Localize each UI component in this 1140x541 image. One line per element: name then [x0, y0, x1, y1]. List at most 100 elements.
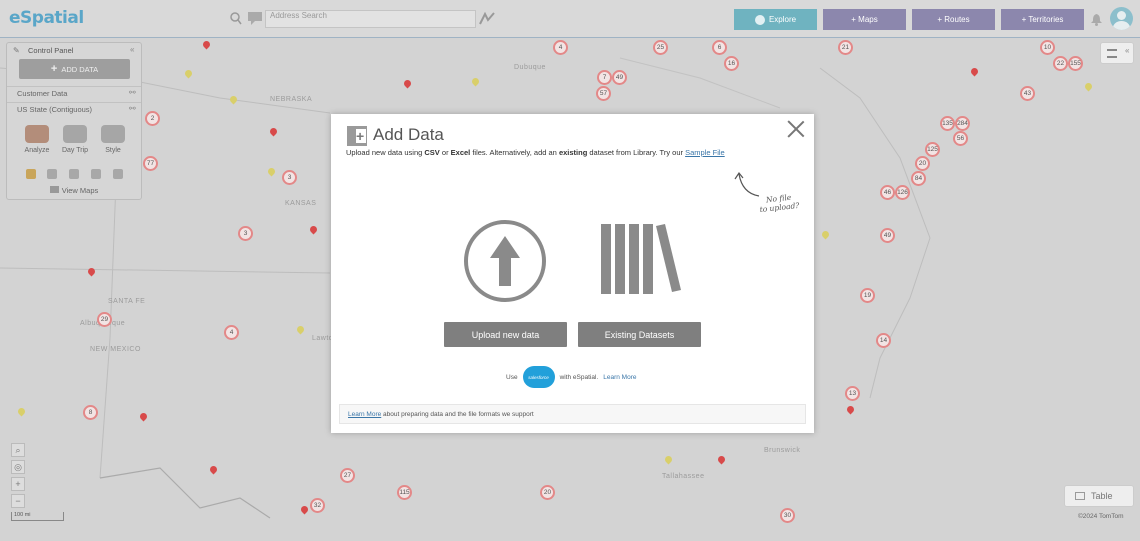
salesforce-use-text: Use	[506, 373, 518, 381]
map-cluster-marker[interactable]: 125	[925, 142, 940, 157]
sample-file-link[interactable]: Sample File	[685, 148, 725, 157]
address-search-input[interactable]: Address Search	[265, 10, 476, 28]
export-icon[interactable]	[113, 169, 123, 179]
subtitle-text: files. Alternatively, add an	[470, 148, 559, 157]
subtitle-text: Upload new data using	[346, 148, 425, 157]
explore-button[interactable]: Explore	[734, 9, 817, 30]
map-cluster-marker[interactable]: 77	[143, 156, 158, 171]
view-maps-link[interactable]: View Maps	[7, 186, 141, 195]
add-maps-button[interactable]: + Maps	[823, 9, 906, 30]
map-cluster-marker[interactable]: 155	[1068, 56, 1083, 71]
map-cluster-marker[interactable]: 57	[596, 86, 611, 101]
directions-icon[interactable]	[479, 12, 495, 25]
locate-pin-icon[interactable]	[229, 12, 243, 26]
map-cluster-marker[interactable]: 46	[880, 185, 895, 200]
map-cluster-marker[interactable]: 84	[911, 171, 926, 186]
add-data-label: ADD DATA	[61, 64, 99, 74]
expand-icon: «	[1125, 46, 1130, 55]
style-tool[interactable]: Style	[93, 125, 133, 154]
map-cluster-marker[interactable]: 56	[953, 131, 968, 146]
map-cluster-marker[interactable]: 6	[712, 40, 727, 55]
map-cluster-marker[interactable]: 29	[97, 312, 112, 327]
table-label: Table	[1091, 491, 1113, 501]
existing-datasets-button[interactable]: Existing Datasets	[578, 322, 701, 347]
view-maps-icon	[49, 186, 59, 193]
salesforce-learn-more-link[interactable]: Learn More	[603, 374, 636, 381]
library-books-icon[interactable]	[601, 224, 683, 296]
zoom-in-button[interactable]: +	[11, 477, 25, 491]
share-icon[interactable]	[69, 169, 79, 179]
legend-button[interactable]: «	[1100, 42, 1134, 64]
add-data-button[interactable]: + ADD DATA	[19, 59, 130, 79]
collapse-icon[interactable]: «	[130, 45, 134, 54]
map-cluster-marker[interactable]: 16	[724, 56, 739, 71]
day-trip-label: Day Trip	[61, 147, 89, 154]
map-cluster-marker[interactable]: 20	[915, 156, 930, 171]
map-cluster-marker[interactable]: 30	[780, 508, 795, 523]
footer-learn-more-link[interactable]: Learn More	[348, 411, 381, 418]
map-cluster-marker[interactable]: 13	[845, 386, 860, 401]
zoom-search-icon[interactable]: ⌕	[11, 443, 25, 457]
map-cluster-marker[interactable]: 25	[653, 40, 668, 55]
salesforce-logo[interactable]: salesforce	[522, 366, 555, 388]
day-trip-tool[interactable]: Day Trip	[55, 125, 95, 154]
add-data-icon	[347, 126, 367, 146]
map-cluster-marker[interactable]: 3	[238, 226, 253, 241]
explore-label: Explore	[768, 15, 797, 24]
map-cluster-marker[interactable]: 4	[224, 325, 239, 340]
map-cluster-marker[interactable]: 21	[838, 40, 853, 55]
add-routes-button[interactable]: + Routes	[912, 9, 995, 30]
table-grid-icon	[1075, 492, 1085, 500]
map-cluster-marker[interactable]: 19	[860, 288, 875, 303]
map-cluster-marker[interactable]: 2	[145, 111, 160, 126]
table-button[interactable]: Table	[1064, 485, 1134, 507]
folder-icon[interactable]	[47, 169, 57, 179]
layer-us-state[interactable]: US State (Contiguous)	[7, 102, 141, 117]
map-cluster-marker[interactable]: 49	[880, 228, 895, 243]
print-icon[interactable]	[91, 169, 101, 179]
view-maps-label: View Maps	[61, 186, 99, 195]
map-cluster-marker[interactable]: 284	[955, 116, 970, 131]
map-cluster-marker[interactable]: 8	[83, 405, 98, 420]
upload-new-data-button[interactable]: Upload new data	[444, 322, 567, 347]
analyze-label: Analyze	[24, 147, 50, 154]
map-cluster-marker[interactable]: 135	[940, 116, 955, 131]
map-cluster-marker[interactable]: 3	[282, 170, 297, 185]
map-scale: 100 mi	[11, 512, 64, 521]
map-cluster-marker[interactable]: 27	[340, 468, 355, 483]
map-cluster-marker[interactable]: 22	[1053, 56, 1068, 71]
link-icon[interactable]: ⚯	[129, 88, 136, 97]
map-cluster-marker[interactable]: 20	[540, 485, 555, 500]
user-avatar[interactable]	[1110, 7, 1133, 30]
map-cluster-marker[interactable]: 7	[597, 70, 612, 85]
map-cluster-marker[interactable]: 14	[876, 333, 891, 348]
map-cluster-marker[interactable]: 126	[895, 185, 910, 200]
map-label: NEBRASKA	[270, 96, 313, 103]
map-cluster-marker[interactable]: 49	[612, 70, 627, 85]
map-label: SANTA FE	[108, 298, 146, 305]
map-cluster-marker[interactable]: 43	[1020, 86, 1035, 101]
dialog-title: Add Data	[373, 125, 444, 144]
control-panel: ✎ Control Panel « + ADD DATA Customer Da…	[6, 42, 142, 200]
locate-me-icon[interactable]: ◎	[11, 460, 25, 474]
chat-icon[interactable]	[248, 12, 264, 25]
zoom-out-button[interactable]: −	[11, 494, 25, 508]
warning-icon[interactable]	[26, 169, 36, 179]
dialog-subtitle: Upload new data using CSV or Excel files…	[346, 148, 725, 157]
salesforce-with-text: with eSpatial.	[559, 373, 599, 381]
layer-customer-data[interactable]: Customer Data	[7, 86, 141, 101]
upload-arrow-icon[interactable]	[464, 220, 546, 302]
map-label: KANSAS	[285, 200, 317, 207]
analyze-tool[interactable]: Analyze	[17, 125, 57, 154]
link-icon[interactable]: ⚯	[129, 104, 136, 113]
notification-bell-icon[interactable]	[1090, 13, 1102, 26]
style-label: Style	[105, 147, 121, 154]
map-cluster-marker[interactable]: 4	[553, 40, 568, 55]
espatial-logo[interactable]: eSpatial	[9, 8, 84, 28]
close-icon[interactable]	[787, 120, 805, 138]
map-cluster-marker[interactable]: 10	[1040, 40, 1055, 55]
footer-text: about preparing data and the file format…	[381, 411, 534, 418]
add-territories-button[interactable]: + Territories	[1001, 9, 1084, 30]
map-cluster-marker[interactable]: 115	[397, 485, 412, 500]
map-cluster-marker[interactable]: 32	[310, 498, 325, 513]
